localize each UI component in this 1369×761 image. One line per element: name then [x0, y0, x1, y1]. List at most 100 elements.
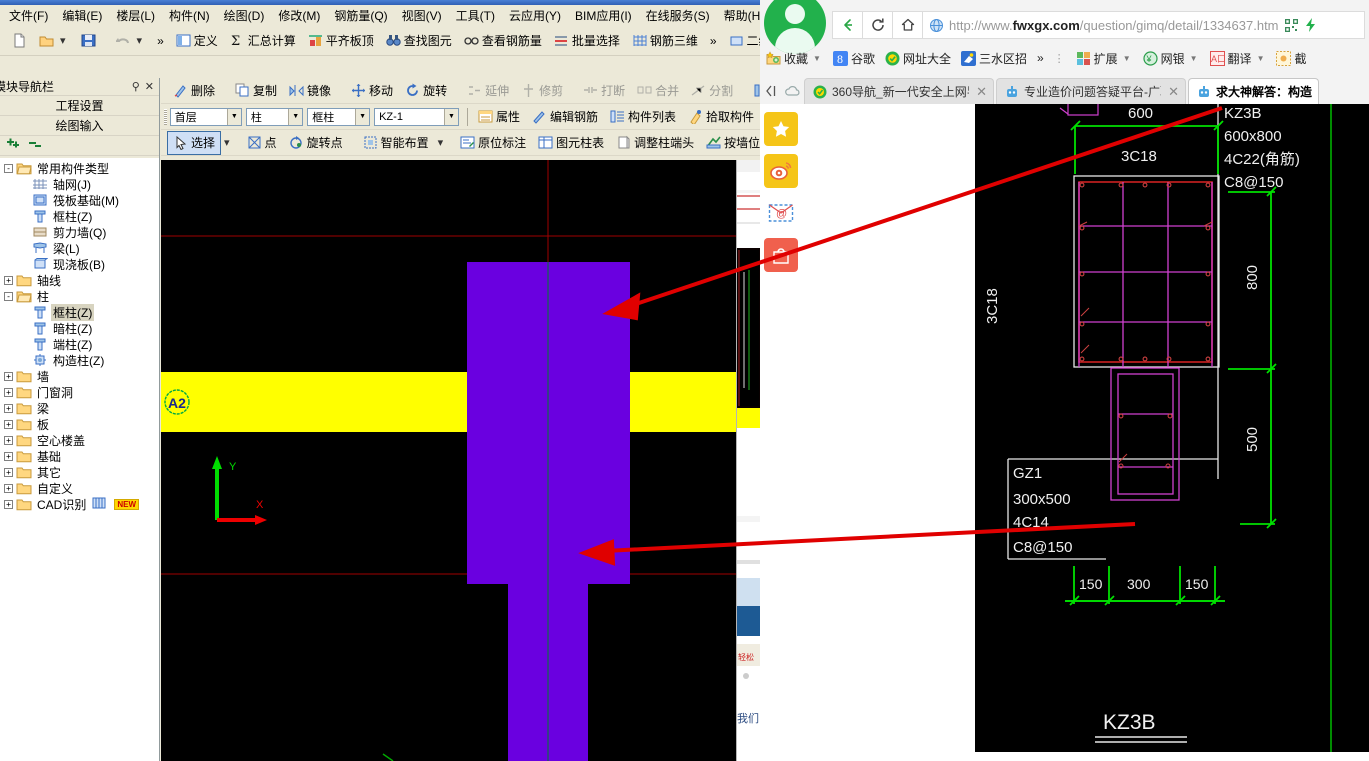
- menu-item-view[interactable]: 视图(V): [395, 5, 449, 26]
- tree-node-12[interactable]: 构造柱(Z): [0, 352, 159, 368]
- lightning-icon[interactable]: [1304, 17, 1317, 33]
- tab-close-1[interactable]: ✕: [1168, 84, 1179, 100]
- tab-0[interactable]: 360导航_新一代安全上网导航 ✕: [804, 78, 994, 104]
- remove-icon[interactable]: [28, 137, 44, 154]
- weibo-share-button[interactable]: [764, 154, 798, 188]
- expand-icon[interactable]: +: [4, 468, 13, 477]
- tree-node-2[interactable]: 筏板基础(M): [0, 192, 159, 208]
- close-icon[interactable]: ✕: [145, 80, 154, 93]
- chevron-down-icon[interactable]: ▼: [227, 109, 241, 125]
- chevron-down-icon[interactable]: ▼: [444, 109, 458, 125]
- draw-btn-draw-by-wall[interactable]: 按墙位置绘: [700, 131, 760, 155]
- menu-item-draw[interactable]: 绘图(D): [217, 5, 272, 26]
- tab-prev-button[interactable]: [760, 78, 782, 104]
- bookmark-4[interactable]: »: [1033, 49, 1048, 67]
- tree-node-4[interactable]: 剪力墙(Q): [0, 224, 159, 240]
- expand-icon[interactable]: +: [4, 404, 13, 413]
- email-share-button[interactable]: @: [764, 196, 798, 230]
- chevron-down-icon[interactable]: ▼: [1188, 54, 1200, 63]
- tree-node-19[interactable]: +其它: [0, 464, 159, 480]
- back-button[interactable]: [832, 11, 862, 39]
- menu-item-cloud[interactable]: 云应用(Y): [502, 5, 568, 26]
- edit-btn-rotate[interactable]: 旋转: [399, 79, 453, 103]
- menu-item-file[interactable]: 文件(F): [2, 5, 55, 26]
- chevron-down-icon[interactable]: ▼: [1121, 54, 1133, 63]
- structural-drawing-image[interactable]: KZ3B 600x800 4C22(角筋) C8@150 600: [975, 104, 1369, 752]
- comp-btn-pick-component[interactable]: 拾取构件: [682, 105, 760, 129]
- tab-1[interactable]: 专业造价问题答疑平台-广联 ✕: [996, 78, 1186, 104]
- new-file-button[interactable]: [6, 29, 33, 53]
- tree-node-13[interactable]: +墙: [0, 368, 159, 384]
- background-window-sliver[interactable]: 轻松 我们: [736, 160, 760, 761]
- chevron-down-icon[interactable]: ▼: [288, 109, 302, 125]
- tree-node-18[interactable]: +基础: [0, 448, 159, 464]
- edit-btn-move[interactable]: 移动: [345, 79, 399, 103]
- favorite-button[interactable]: [764, 112, 798, 146]
- view-mode-combo[interactable]: 二维 ▾: [723, 29, 760, 53]
- define-button[interactable]: 定义: [170, 29, 224, 53]
- tree-node-6[interactable]: 现浇板(B): [0, 256, 159, 272]
- chevron-down-icon[interactable]: ▾: [57, 34, 69, 47]
- chevron-down-icon[interactable]: ▾: [435, 136, 447, 149]
- tab-2[interactable]: 求大神解答：构造: [1188, 78, 1319, 104]
- cad-drawing-canvas[interactable]: A2 Y X: [161, 160, 736, 761]
- toolbar-right-1[interactable]: ¥网银▼: [1139, 48, 1204, 69]
- menu-item-rebar[interactable]: 钢筋量(Q): [327, 5, 394, 26]
- tree-node-8[interactable]: -柱: [0, 288, 159, 304]
- url-input[interactable]: http://www.fwxgx.com/question/gimq/detai…: [922, 11, 1365, 39]
- draw-btn-rotate-point[interactable]: 旋转点: [283, 131, 349, 155]
- tree-node-11[interactable]: 端柱(Z): [0, 336, 159, 352]
- chevron-down-icon[interactable]: ▾: [134, 34, 146, 47]
- tree-node-5[interactable]: 梁(L): [0, 240, 159, 256]
- combo-member[interactable]: KZ-1▼: [374, 108, 459, 126]
- nav-bar-drawing-input[interactable]: 绘图输入: [0, 116, 159, 136]
- menu-item-member[interactable]: 构件(N): [162, 5, 217, 26]
- edit-btn-align[interactable]: 对齐: [747, 79, 760, 103]
- summary-calc-button[interactable]: Σ 汇总计算: [224, 29, 302, 53]
- bookmark-3[interactable]: 三水区招: [957, 48, 1031, 69]
- draw-btn-adjust-column-end[interactable]: 调整柱端头: [610, 131, 700, 155]
- tree-node-21[interactable]: +CAD识别NEW: [0, 496, 159, 512]
- toolbar-right-2[interactable]: A口翻译▼: [1206, 48, 1271, 69]
- tree-node-16[interactable]: +板: [0, 416, 159, 432]
- menu-item-bim[interactable]: BIM应用(I): [568, 5, 639, 26]
- expand-icon[interactable]: +: [4, 436, 13, 445]
- tree-node-20[interactable]: +自定义: [0, 480, 159, 496]
- share-button[interactable]: [764, 238, 798, 272]
- expand-icon[interactable]: +: [4, 420, 13, 429]
- bookmark-0[interactable]: 收藏▼: [762, 48, 827, 69]
- combo-type[interactable]: 框柱▼: [307, 108, 370, 126]
- tree-node-3[interactable]: 框柱(Z): [0, 208, 159, 224]
- tree-node-9[interactable]: 框柱(Z): [0, 304, 159, 320]
- menu-item-help[interactable]: 帮助(H): [717, 5, 760, 26]
- combo-category[interactable]: 柱▼: [246, 108, 303, 126]
- expand-icon[interactable]: +: [4, 500, 13, 509]
- component-tree[interactable]: -常用构件类型轴网(J)筏板基础(M)框柱(Z)剪力墙(Q)梁(L)现浇板(B)…: [0, 158, 159, 761]
- tree-node-7[interactable]: +轴线: [0, 272, 159, 288]
- expand-icon[interactable]: +: [4, 276, 13, 285]
- tab-close-0[interactable]: ✕: [976, 84, 987, 100]
- menu-item-modify[interactable]: 修改(M): [271, 5, 327, 26]
- reload-button[interactable]: [862, 11, 892, 39]
- draw-btn-smart-layout[interactable]: 智能布置: [357, 131, 435, 155]
- draw-btn-point[interactable]: 点: [241, 131, 283, 155]
- tree-node-15[interactable]: +梁: [0, 400, 159, 416]
- comp-btn-properties[interactable]: 属性: [472, 105, 526, 129]
- find-element-button[interactable]: 查找图元: [380, 29, 458, 53]
- menu-item-floor[interactable]: 楼层(L): [109, 5, 162, 26]
- bookmark-2[interactable]: 网址大全: [881, 48, 955, 69]
- toolbar-overflow-button[interactable]: »: [151, 29, 170, 53]
- chevron-down-icon[interactable]: ▼: [811, 54, 823, 63]
- undo-button[interactable]: ▾: [110, 29, 152, 53]
- add-icon[interactable]: [6, 137, 22, 154]
- nav-bar-project-settings[interactable]: 工程设置: [0, 96, 159, 116]
- home-button[interactable]: [892, 11, 922, 39]
- tree-node-14[interactable]: +门窗洞: [0, 384, 159, 400]
- batch-select-button[interactable]: 批量选择: [548, 29, 626, 53]
- qrcode-icon[interactable]: [1284, 18, 1299, 33]
- rebar-3d-button[interactable]: 钢筋三维: [626, 29, 704, 53]
- chevron-down-icon[interactable]: ▼: [1255, 54, 1267, 63]
- expand-icon[interactable]: +: [4, 372, 13, 381]
- align-slab-top-button[interactable]: 平齐板顶: [302, 29, 380, 53]
- comp-btn-component-list[interactable]: 构件列表: [604, 105, 682, 129]
